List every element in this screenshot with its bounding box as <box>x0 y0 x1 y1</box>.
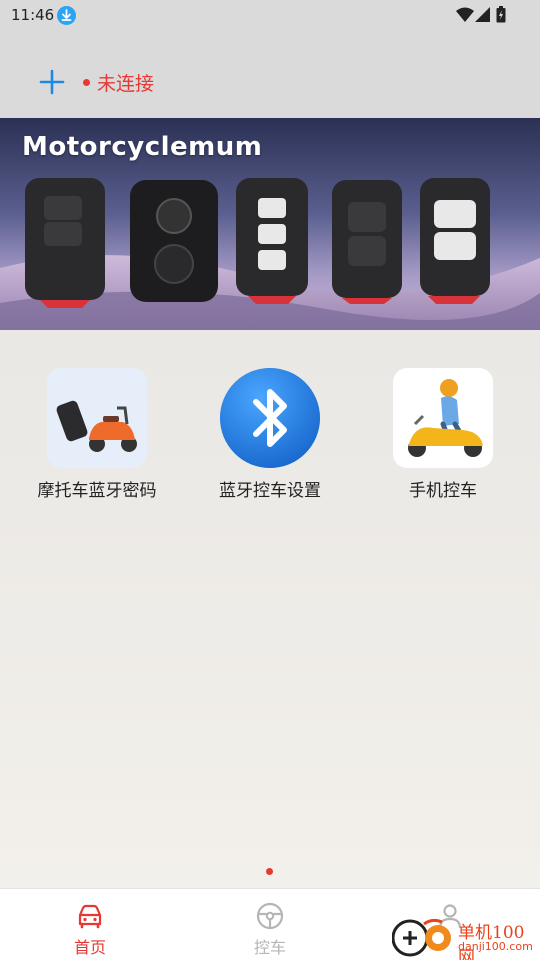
status-time: 11:46 <box>11 6 55 24</box>
add-device-button[interactable] <box>36 66 68 98</box>
wifi-icon <box>456 7 474 26</box>
tab-label: 首页 <box>73 938 106 957</box>
scooter-key-icon <box>47 368 147 468</box>
key-fob-5 <box>420 178 490 304</box>
rider-icon <box>393 368 493 468</box>
connection-status-dot <box>83 79 90 86</box>
feature-label: 摩托车蓝牙密码 <box>37 481 157 501</box>
tab-label: 控车 <box>253 938 286 957</box>
feature-phone-control[interactable]: 手机控车 <box>353 368 533 501</box>
key-fob-4 <box>332 180 402 304</box>
steering-wheel-icon <box>256 902 284 930</box>
bluetooth-icon <box>220 368 320 468</box>
key-fob-3 <box>236 178 308 304</box>
feature-label: 蓝牙控车设置 <box>219 481 321 501</box>
key-fob-2 <box>130 180 218 302</box>
feature-bluetooth-settings[interactable]: 蓝牙控车设置 <box>180 368 360 501</box>
watermark-brand: 单机100网 <box>458 923 525 960</box>
signal-icon <box>475 7 490 26</box>
tab-control[interactable]: 控车 <box>180 889 360 960</box>
download-icon <box>57 6 76 25</box>
promo-banner[interactable]: Motorcyclemum <box>0 118 540 330</box>
feature-bluetooth-password[interactable]: 摩托车蓝牙密码 <box>7 368 187 501</box>
car-icon <box>78 904 102 929</box>
feature-label: 手机控车 <box>409 481 477 501</box>
tab-home[interactable]: 首页 <box>0 889 180 960</box>
battery-icon <box>496 6 506 27</box>
banner-title: Motorcyclemum <box>22 132 263 162</box>
plus-icon <box>39 69 65 95</box>
key-fob-1 <box>25 178 105 308</box>
page-indicator-dot <box>266 868 273 875</box>
connection-status: 未连接 <box>97 73 155 95</box>
watermark-domain: danji100.com <box>458 940 533 953</box>
header: 未连接 <box>0 30 540 118</box>
status-bar: 11:46 <box>0 0 540 30</box>
